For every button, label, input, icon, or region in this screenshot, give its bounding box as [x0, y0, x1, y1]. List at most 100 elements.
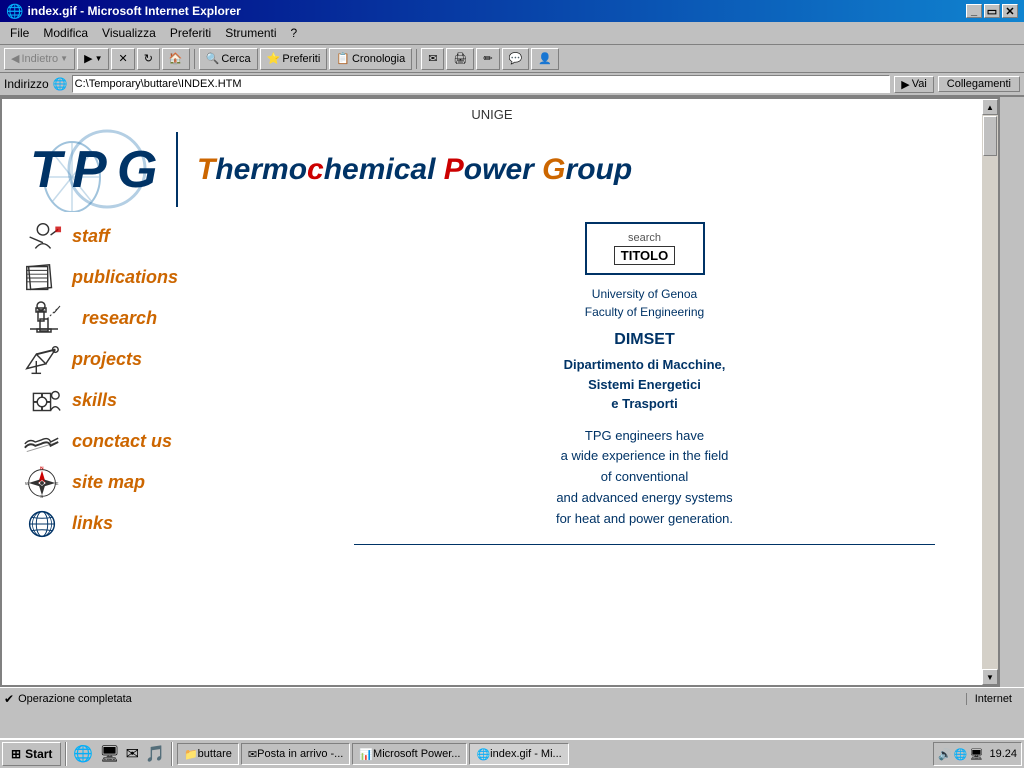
taskbar-posta-label: Posta in arrivo -...: [257, 748, 343, 760]
taskbar-ppt-label: Microsoft Power...: [373, 748, 460, 760]
edit-button[interactable]: ✏: [476, 48, 499, 70]
folder-icon: 📁: [184, 748, 198, 761]
go-button[interactable]: ▶ Vai: [894, 76, 934, 93]
search-box[interactable]: search TITOLO: [585, 222, 705, 275]
back-button[interactable]: ◀ Indietro ▼: [4, 48, 75, 70]
favorites-button[interactable]: ⭐ Preferiti: [260, 48, 328, 70]
scroll-down-button[interactable]: ▼: [982, 669, 998, 685]
nav-sitemap[interactable]: N S E W site map: [22, 463, 312, 502]
university-name: University of Genoa: [585, 285, 704, 303]
quicklaunch: 🌐 🖥 ✉ 🎵: [71, 744, 167, 764]
menu-visualizza[interactable]: Visualizza: [96, 24, 162, 42]
nav-research[interactable]: research: [22, 299, 312, 338]
taskbar-btn-buttare[interactable]: 📁 buttare: [177, 743, 239, 765]
site-title: Thermochemical Power Group: [197, 153, 632, 186]
research-icon: [22, 301, 72, 336]
address-icon: 🌐: [53, 77, 68, 91]
nav-staff[interactable]: staff: [22, 217, 312, 256]
quicklaunch-email[interactable]: ✉: [124, 744, 141, 764]
skills-label[interactable]: skills: [72, 390, 117, 411]
main-layout: staff: [2, 212, 982, 550]
system-tray: 🔊 🌐 🖥 19.24: [933, 742, 1022, 766]
svg-text:T: T: [30, 141, 66, 199]
taskbar-btn-ie[interactable]: 🌐 index.gif - Mi...: [469, 743, 568, 765]
stop-button[interactable]: ✕: [111, 48, 134, 70]
menu-preferiti[interactable]: Preferiti: [164, 24, 217, 42]
nav-contact[interactable]: conctact us: [22, 422, 312, 461]
projects-label[interactable]: projects: [72, 349, 142, 370]
close-button[interactable]: ✕: [1002, 4, 1018, 18]
links-icon: [22, 506, 62, 541]
discuss-button[interactable]: 💬: [502, 48, 530, 70]
ppt-icon: 📊: [359, 748, 373, 761]
nav-projects[interactable]: projects: [22, 340, 312, 379]
contact-label[interactable]: conctact us: [72, 431, 172, 452]
start-label: Start: [25, 747, 52, 761]
tray-icon-2: 🌐: [954, 748, 968, 761]
toolbar: ◀ Indietro ▼ ▶ ▼ ✕ ↻ 🏠 🔍 Cerca ⭐ Preferi…: [0, 45, 1024, 73]
search-icon: 🔍: [206, 52, 220, 65]
status-text: Operazione completata: [18, 693, 962, 705]
svg-text:S: S: [40, 494, 43, 500]
sitemap-label[interactable]: site map: [72, 472, 145, 493]
back-icon: ◀: [11, 52, 19, 65]
svg-text:G: G: [117, 141, 157, 199]
page-content: UNIGE: [2, 99, 982, 685]
menu-modifica[interactable]: Modifica: [37, 24, 94, 42]
skills-icon: [22, 383, 62, 418]
svg-text:E: E: [55, 481, 58, 487]
refresh-button[interactable]: ↻: [137, 48, 160, 70]
history-label: Cronologia: [352, 53, 405, 65]
window-title: index.gif - Microsoft Internet Explorer: [27, 4, 240, 18]
staff-icon: [22, 219, 62, 254]
description: TPG engineers have a wide experience in …: [556, 426, 733, 530]
links-button[interactable]: Collegamenti: [938, 76, 1020, 92]
start-button[interactable]: ⊞ Start: [2, 742, 61, 766]
user-button[interactable]: 👤: [531, 48, 559, 70]
stop-icon: ✕: [118, 52, 127, 65]
unige-label: UNIGE: [2, 99, 982, 122]
home-button[interactable]: 🏠: [162, 48, 190, 70]
toolbar-separator-1: [194, 49, 195, 69]
menu-help[interactable]: ?: [285, 24, 304, 42]
svg-text:N: N: [40, 466, 44, 472]
links-label[interactable]: links: [72, 513, 113, 534]
history-button[interactable]: 📋 Cronologia: [329, 48, 412, 70]
discuss-icon: 💬: [509, 52, 523, 65]
menu-file[interactable]: File: [4, 24, 35, 42]
nav-publications[interactable]: publications: [22, 258, 312, 297]
taskbar: ⊞ Start 🌐 🖥 ✉ 🎵 📁 buttare ✉ Posta in arr…: [0, 738, 1024, 768]
tray-icon-3: 🖥: [970, 748, 984, 761]
university-info: University of Genoa Faculty of Engineeri…: [585, 285, 704, 321]
taskbar-separator-2: [171, 742, 173, 766]
tpg-logo: T P G: [22, 127, 192, 212]
menu-bar: File Modifica Visualizza Preferiti Strum…: [0, 22, 1024, 45]
research-label[interactable]: research: [82, 308, 157, 329]
print-button[interactable]: 🖨: [446, 48, 474, 70]
toolbar-separator-2: [416, 49, 417, 69]
print-icon: 🖨: [453, 52, 467, 65]
scroll-thumb[interactable]: [983, 116, 997, 156]
taskbar-btn-posta[interactable]: ✉ Posta in arrivo -...: [241, 743, 350, 765]
quicklaunch-desktop[interactable]: 🖥: [97, 744, 121, 764]
nav-column: staff: [22, 217, 312, 550]
title-bar: 🌐 index.gif - Microsoft Internet Explore…: [0, 0, 1024, 22]
mail-button[interactable]: ✉: [421, 48, 444, 70]
quicklaunch-media[interactable]: 🎵: [143, 744, 167, 764]
quicklaunch-ie[interactable]: 🌐: [71, 744, 95, 764]
nav-skills[interactable]: skills: [22, 381, 312, 420]
publications-label[interactable]: publications: [72, 267, 178, 288]
nav-links[interactable]: links: [22, 504, 312, 543]
forward-button[interactable]: ▶ ▼: [77, 48, 109, 70]
minimize-button[interactable]: _: [966, 4, 982, 18]
scroll-up-button[interactable]: ▲: [982, 99, 998, 115]
search-button[interactable]: 🔍 Cerca: [199, 48, 258, 70]
browser-content: UNIGE: [0, 97, 1000, 687]
favorites-label: Preferiti: [282, 53, 320, 65]
menu-strumenti[interactable]: Strumenti: [219, 24, 282, 42]
staff-label[interactable]: staff: [72, 226, 110, 247]
taskbar-btn-powerpoint[interactable]: 📊 Microsoft Power...: [352, 743, 467, 765]
maximize-button[interactable]: ▭: [984, 4, 1000, 18]
ie-window: 🌐 index.gif - Microsoft Internet Explore…: [0, 0, 1024, 709]
address-input[interactable]: [72, 75, 891, 93]
